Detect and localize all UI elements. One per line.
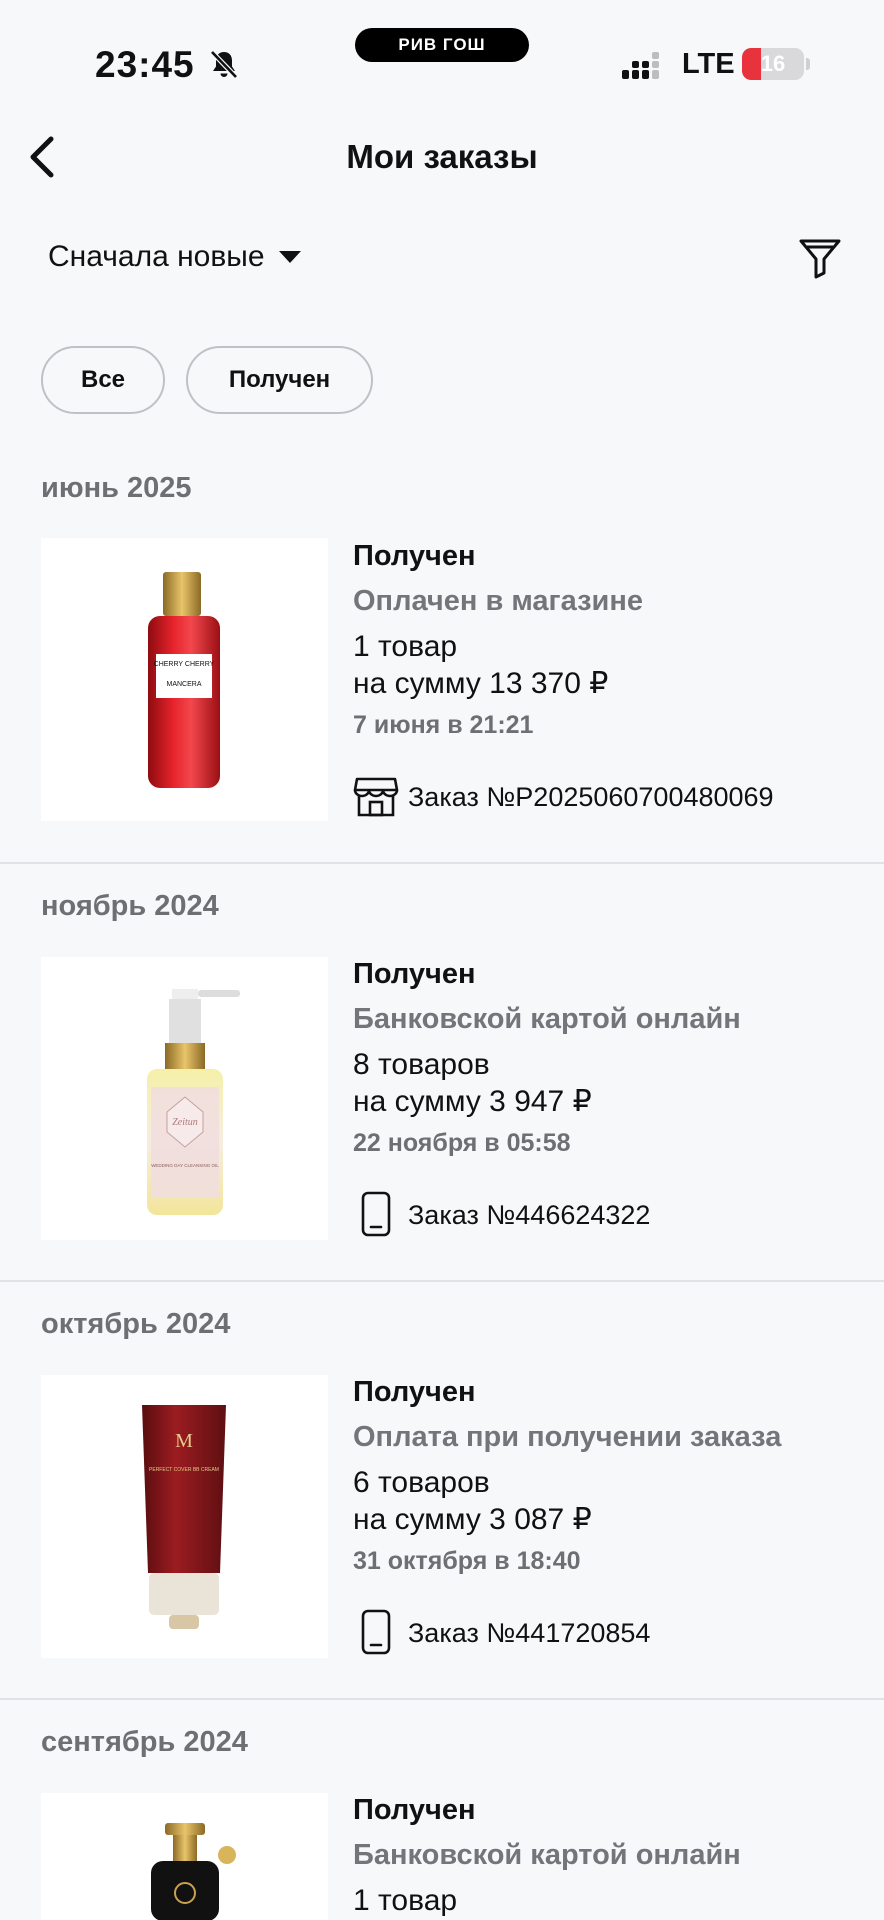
order-status: Получен [353, 540, 476, 572]
product-label-2: MANCERA [166, 681, 201, 688]
bell-muted-icon [210, 50, 238, 79]
product-label-1: M [175, 1430, 193, 1452]
chip-received[interactable]: Получен [186, 346, 373, 414]
month-header: сентябрь 2024 [41, 1726, 248, 1758]
filter-icon[interactable] [796, 234, 844, 282]
order-number: Заказ №441720854 [408, 1618, 651, 1648]
page-title: Мои заказы [346, 138, 538, 175]
order-number: Заказ №Р2025060700480069 [408, 782, 774, 812]
payment-method: Оплата при получении заказа [353, 1421, 782, 1453]
order-sum: на сумму 13 370 ₽ [353, 667, 609, 700]
battery-cap [806, 58, 810, 70]
payment-method: Банковской картой онлайн [353, 1839, 741, 1871]
product-label-1: Zeitun [172, 1117, 198, 1128]
order-status: Получен [353, 1794, 476, 1826]
sort-label: Сначала новые [48, 240, 265, 273]
order-date: 31 октября в 18:40 [353, 1547, 581, 1575]
month-header: ноябрь 2024 [41, 890, 219, 922]
item-count: 8 товаров [353, 1048, 490, 1081]
sort-dropdown[interactable]: Сначала новые [48, 240, 301, 274]
signal-icon [622, 52, 659, 79]
smartphone-icon [361, 1191, 391, 1237]
order-date: 7 июня в 21:21 [353, 711, 534, 739]
network-type: LTE [682, 48, 735, 80]
order-sum: на сумму 3 947 ₽ [353, 1085, 592, 1118]
order-date: 22 ноября в 05:58 [353, 1129, 571, 1157]
battery-icon: 16 [742, 48, 804, 80]
order-status: Получен [353, 958, 476, 990]
store-icon [353, 777, 399, 817]
divider [0, 1280, 884, 1282]
product-label-2: WEDDING DAY CLEANSING OIL [151, 1163, 219, 1168]
product-label-1: CHERRY CHERRY [154, 661, 215, 668]
product-image: Zeitun WEDDING DAY CLEANSING OIL [41, 957, 328, 1240]
caret-down-icon [278, 251, 301, 263]
smartphone-icon [361, 1609, 391, 1655]
month-header: октябрь 2024 [41, 1308, 231, 1340]
battery-level: 16 [760, 51, 786, 76]
divider [0, 1698, 884, 1700]
chip-all[interactable]: Все [41, 346, 165, 414]
payment-method: Оплачен в магазине [353, 585, 643, 617]
item-count: 1 товар [353, 1884, 458, 1917]
dynamic-island-badge: РИВ ГОШ [355, 28, 529, 62]
payment-method: Банковской картой онлайн [353, 1003, 741, 1035]
item-count: 6 товаров [353, 1466, 490, 1499]
status-time: 23:45 [95, 44, 195, 85]
product-label-2: PERFECT COVER BB CREAM [149, 1467, 219, 1473]
product-image [41, 1793, 328, 1920]
order-sum: на сумму 3 087 ₽ [353, 1503, 592, 1536]
status-bar: 23:45 РИВ ГОШ LTE 16 [0, 0, 884, 100]
order-number: Заказ №446624322 [408, 1200, 651, 1230]
item-count: 1 товар [353, 630, 458, 663]
divider [0, 862, 884, 864]
product-image: M PERFECT COVER BB CREAM [41, 1375, 328, 1658]
month-header: июнь 2025 [41, 472, 192, 504]
order-status: Получен [353, 1376, 476, 1408]
product-image: CHERRY CHERRY MANCERA [41, 538, 328, 821]
